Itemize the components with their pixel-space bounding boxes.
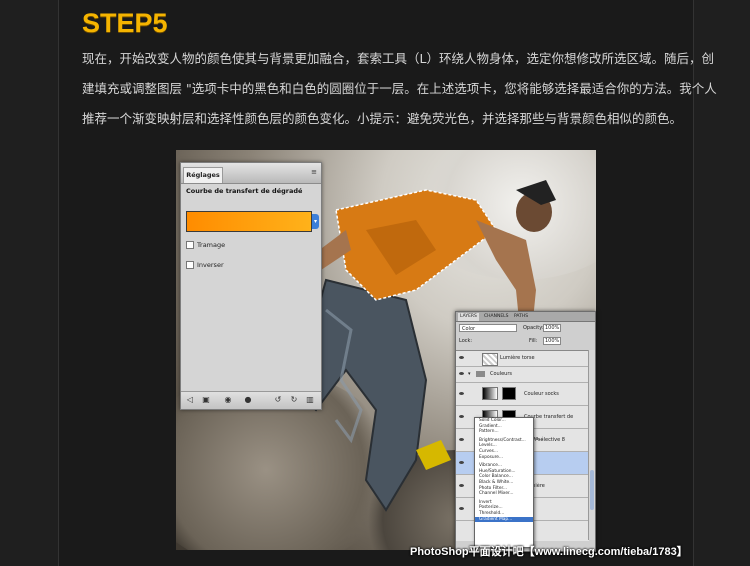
paragraph-line-1: 现在，开始改变人物的颜色使其与背景更加融合，套索工具（L）环绕人物身体，选定你想… <box>82 51 714 66</box>
scroll-thumb[interactable] <box>590 470 594 510</box>
layer-name: Couleurs <box>490 371 513 377</box>
folder-icon <box>476 371 485 377</box>
adjustments-panel: Réglages ≡ Courbe de transfert de dégrad… <box>180 162 322 410</box>
previous-state-icon[interactable]: ↺ <box>273 395 283 405</box>
tab-layers[interactable]: LAYERS <box>458 313 479 321</box>
reverse-checkbox[interactable]: Inverser <box>186 261 224 269</box>
blend-mode-select[interactable]: Color <box>459 324 517 332</box>
gradient-picker[interactable]: ▾ <box>186 211 319 232</box>
new-adjustment-layer-menu: Solid Color... Gradient... Pattern... Br… <box>474 417 534 548</box>
adjustments-panel-header: Réglages ≡ <box>181 163 321 184</box>
clip-layer-icon[interactable]: ◉ <box>223 395 233 405</box>
adjustment-thumbnail <box>482 387 498 400</box>
reverse-label: Inverser <box>197 261 224 269</box>
tab-paths[interactable]: PATHS <box>512 313 530 321</box>
tab-channels[interactable]: CHANNELS <box>482 313 511 321</box>
step-title: STEP5 <box>82 8 168 38</box>
expand-triangle-icon[interactable]: ▾ <box>468 367 471 382</box>
eye-icon[interactable] <box>459 484 464 487</box>
opacity-input[interactable]: 100% <box>543 324 561 332</box>
eye-icon[interactable] <box>459 507 464 510</box>
opacity-label: Opacity: <box>523 325 544 331</box>
chevron-down-icon[interactable]: ▾ <box>312 214 319 229</box>
layer-row[interactable]: Couleur socks <box>456 383 589 406</box>
layer-mask-thumbnail <box>502 387 516 400</box>
lock-label: Lock: <box>459 338 473 344</box>
fill-label: Fill: <box>529 338 538 344</box>
checkbox-icon[interactable] <box>186 261 194 269</box>
layer-name: Lumière torse <box>500 355 535 361</box>
paragraph-line-3: 推荐一个渐变映射层和选择性颜色层的颜色变化。小提示：避免荧光色，并选择那些与背景… <box>82 111 683 126</box>
eye-icon[interactable] <box>459 461 464 464</box>
watermark: PhotoShop平面设计吧【www.linecg.com/tieba/1783… <box>410 546 688 558</box>
eye-icon[interactable] <box>459 438 464 441</box>
adjustment-heading: Courbe de transfert de dégradé <box>186 187 303 195</box>
layer-thumbnail <box>482 353 498 366</box>
fill-input[interactable]: 100% <box>543 337 561 345</box>
back-arrow-icon[interactable]: ◁ <box>185 395 195 405</box>
visibility-eye-icon[interactable]: ● <box>243 395 253 405</box>
eye-icon[interactable] <box>459 356 464 359</box>
checkbox-icon[interactable] <box>186 241 194 249</box>
layer-row[interactable]: Lumière torse <box>456 351 589 367</box>
dither-label: Tramage <box>197 241 226 249</box>
eye-icon[interactable] <box>459 392 464 395</box>
eye-icon[interactable] <box>459 372 464 375</box>
layers-scrollbar[interactable] <box>588 350 595 540</box>
adjustments-footer: ◁ ▣ ◉ ● ↺ ↻ ▥ <box>181 391 321 409</box>
paragraph-line-2: 建填充或调整图层 "选项卡中的黑色和白色的圆圈位于一层。在上述选项卡，您将能够选… <box>82 81 717 96</box>
layers-panel-tabs: LAYERS CHANNELS PATHS <box>456 312 595 322</box>
tab-reglages[interactable]: Réglages <box>183 167 223 183</box>
eye-icon[interactable] <box>459 415 464 418</box>
layer-name: Couleur socks <box>524 391 559 397</box>
layer-group-row[interactable]: ▾ Couleurs <box>456 367 589 383</box>
expand-view-icon[interactable]: ▣ <box>201 395 211 405</box>
reset-icon[interactable]: ↻ <box>289 395 299 405</box>
menu-item-gradient-map[interactable]: Gradient Map... <box>475 516 533 523</box>
trash-icon[interactable]: ▥ <box>305 395 315 405</box>
dither-checkbox[interactable]: Tramage <box>186 241 225 249</box>
blend-row: Color Opacity: 100% <box>459 324 592 334</box>
panel-menu-icon[interactable]: ≡ <box>311 168 317 176</box>
lock-row: Lock: Fill: 100% <box>459 337 592 347</box>
